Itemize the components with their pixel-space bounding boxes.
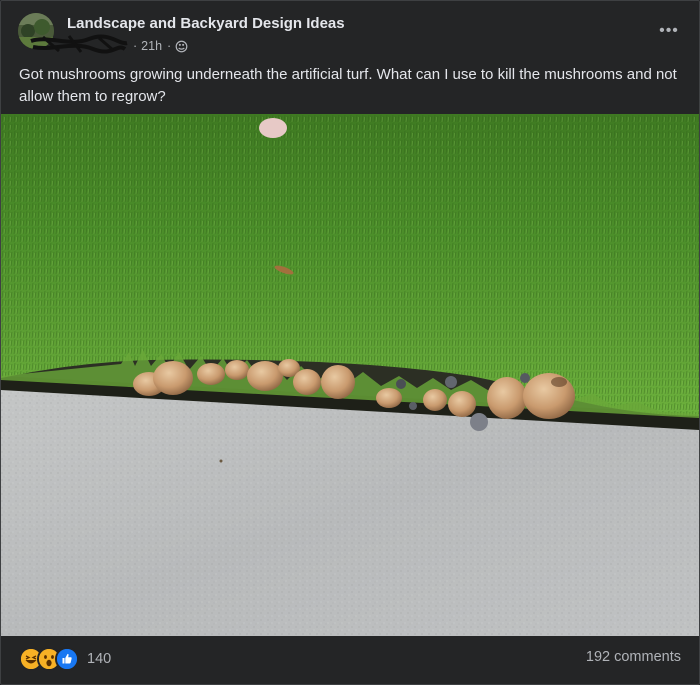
meta-separator: · <box>133 39 138 53</box>
post-footer: 140 192 comments <box>1 637 699 684</box>
post-timestamp[interactable]: 21h <box>141 39 162 53</box>
meta-separator-2: · <box>167 39 172 53</box>
comments-count-link[interactable]: 192 comments <box>586 649 681 665</box>
post-meta: · 21h · <box>67 37 188 55</box>
post-photo[interactable] <box>1 114 699 636</box>
like-icon <box>55 647 79 671</box>
group-name-link[interactable]: Landscape and Backyard Design Ideas <box>67 15 345 32</box>
redacted-author-name <box>67 39 127 53</box>
more-options-icon[interactable]: ••• <box>657 21 681 41</box>
post-header: Landscape and Backyard Design Ideas · 21… <box>1 1 699 61</box>
reactions-summary[interactable]: 140 <box>19 647 111 671</box>
post-text: Got mushrooms growing underneath the art… <box>19 66 677 105</box>
post-card: Landscape and Backyard Design Ideas · 21… <box>0 0 700 685</box>
reaction-count: 140 <box>87 651 112 667</box>
globe-icon[interactable] <box>175 40 188 53</box>
turf-mushroom-photo <box>1 114 699 636</box>
